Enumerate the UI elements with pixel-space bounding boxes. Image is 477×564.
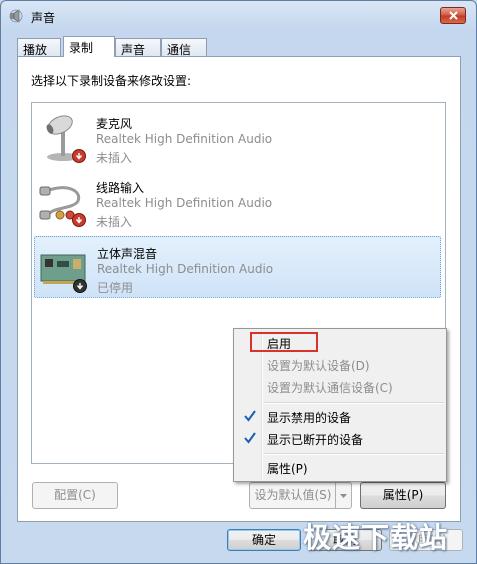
menu-item-show-disconnected[interactable]: 显示已断开的设备: [267, 431, 363, 448]
speaker-icon: [9, 9, 23, 23]
checkmark-icon: [244, 410, 256, 422]
device-name: 线路输入: [96, 181, 145, 195]
device-item-line-in[interactable]: 线路输入 Realtek High Definition Audio 未插入: [34, 171, 441, 233]
menu-item-properties[interactable]: 属性(P): [267, 460, 308, 477]
menu-item-enable[interactable]: 启用: [267, 335, 291, 352]
menu-separator: [264, 453, 444, 455]
tab-label: 播放: [23, 43, 48, 57]
unplugged-badge-icon: [72, 149, 86, 163]
context-menu: 启用 设置为默认设备(D) 设置为默认通信设备(C) 显示禁用的设备 显示已断开…: [233, 328, 447, 482]
checkmark-icon: [244, 432, 256, 444]
chevron-down-icon: [340, 494, 347, 498]
device-name: 麦克风: [96, 117, 133, 131]
tab-label: 声音: [121, 43, 146, 57]
device-description: Realtek High Definition Audio: [96, 132, 273, 146]
tab-playback[interactable]: 播放: [17, 38, 61, 57]
device-item-microphone[interactable]: 麦克风 Realtek High Definition Audio 未插入: [34, 107, 441, 169]
device-description: Realtek High Definition Audio: [97, 262, 274, 276]
device-description: Realtek High Definition Audio: [96, 196, 273, 210]
set-default-label: 设为默认值(S): [254, 488, 332, 502]
set-default-button[interactable]: 设为默认值(S): [249, 482, 352, 509]
window-title: 声音: [31, 11, 56, 25]
dropdown-arrow[interactable]: [335, 483, 351, 508]
close-button[interactable]: [440, 7, 466, 24]
instruction-text: 选择以下录制设备来修改设置:: [31, 74, 192, 88]
properties-button[interactable]: 属性(P): [360, 482, 446, 509]
title-bar[interactable]: 声音: [1, 1, 476, 31]
tab-label: 通信: [167, 43, 192, 57]
menu-item-set-default[interactable]: 设置为默认设备(D): [267, 357, 370, 374]
close-icon: [449, 11, 458, 20]
device-item-stereo-mix[interactable]: 立体声混音 Realtek High Definition Audio 已停用: [34, 236, 441, 298]
device-name: 立体声混音: [97, 247, 158, 261]
tab-recording[interactable]: 录制: [63, 36, 115, 57]
menu-separator: [264, 402, 444, 404]
tab-label: 录制: [69, 41, 94, 55]
watermark-logo: 极速下载站: [303, 521, 449, 554]
menu-item-set-default-comm[interactable]: 设置为默认通信设备(C): [267, 379, 393, 396]
tab-sounds[interactable]: 声音: [115, 38, 161, 57]
unplugged-badge-icon: [72, 213, 86, 227]
sound-dialog: 声音 播放 录制 声音 通信 选择以下录制设备来修改设置: 麦克风 Realte…: [0, 0, 477, 564]
device-list[interactable]: 麦克风 Realtek High Definition Audio 未插入 线路…: [31, 102, 447, 482]
configure-button[interactable]: 配置(C): [32, 482, 118, 509]
menu-gutter: [261, 331, 263, 479]
tab-communications[interactable]: 通信: [161, 38, 207, 57]
ok-button[interactable]: 确定: [227, 529, 301, 551]
disabled-badge-icon: [73, 279, 87, 293]
device-status: 未插入: [96, 151, 133, 165]
menu-item-show-disabled[interactable]: 显示禁用的设备: [267, 409, 351, 426]
device-status: 已停用: [97, 281, 134, 295]
device-status: 未插入: [96, 215, 133, 229]
recording-panel: 选择以下录制设备来修改设置: 麦克风 Realtek High Definiti…: [17, 56, 461, 522]
